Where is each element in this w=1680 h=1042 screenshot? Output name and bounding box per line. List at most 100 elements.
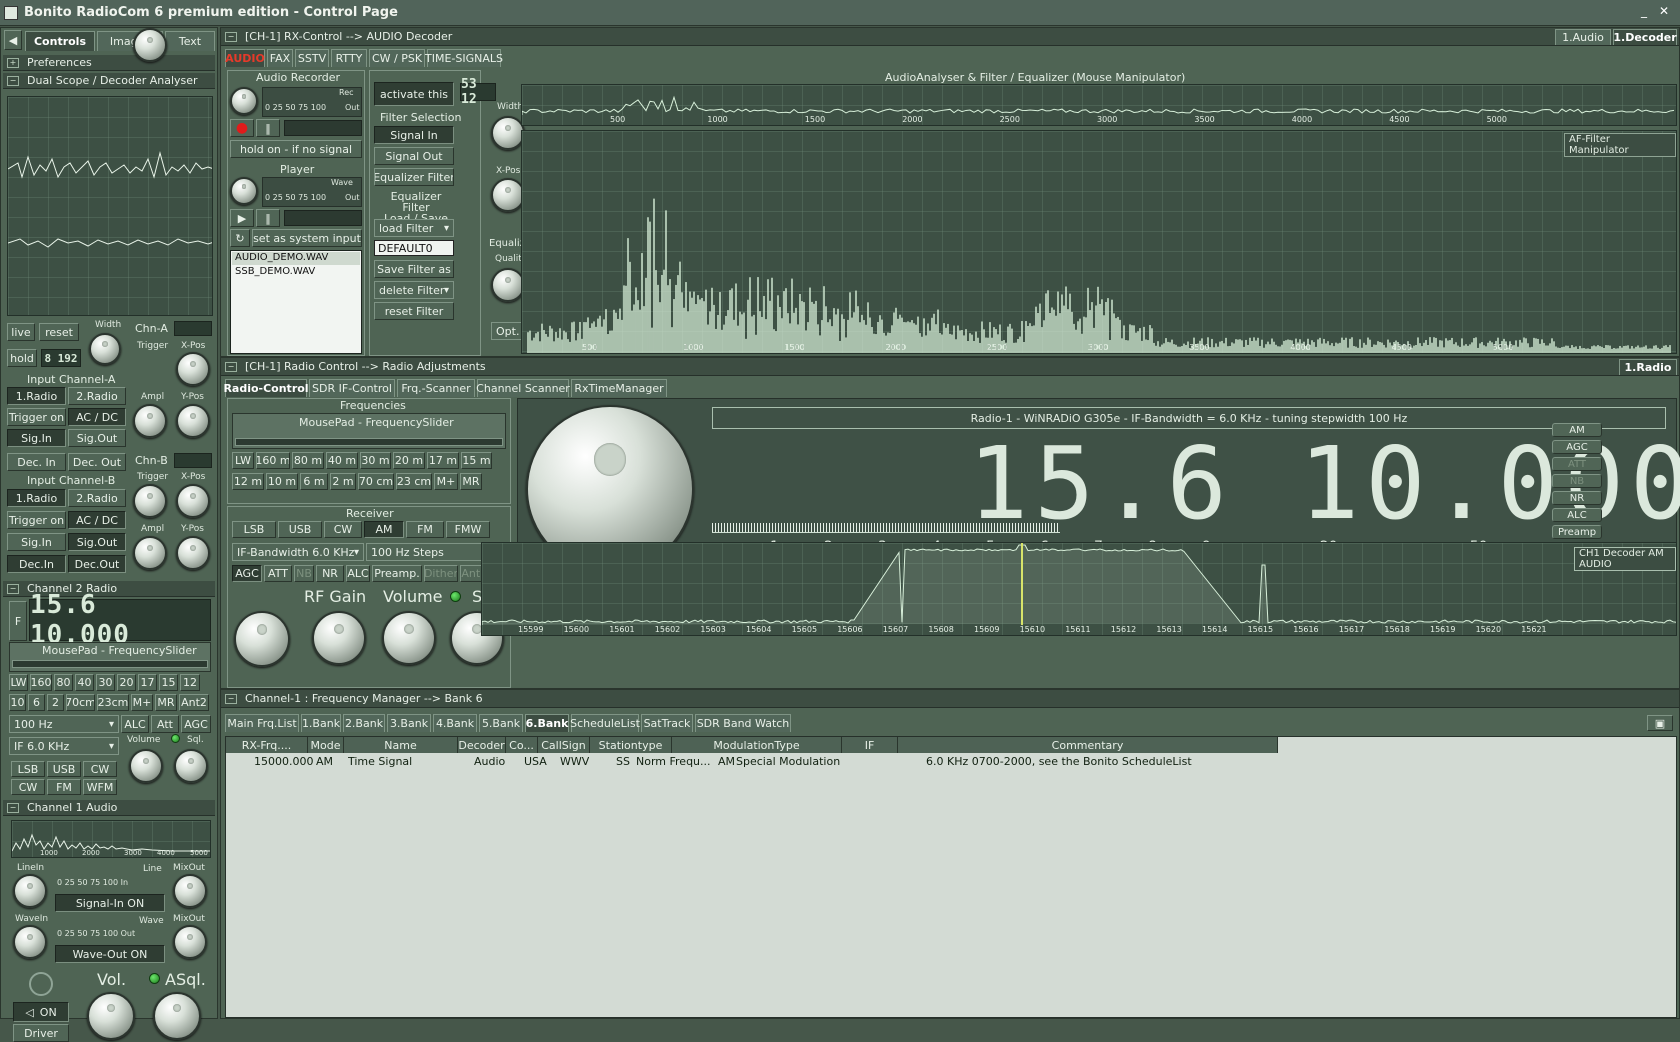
ch2-if-select[interactable]: IF 6.0 KHz xyxy=(9,737,119,755)
ch2-step-select[interactable]: 100 Hz xyxy=(9,715,119,733)
minimize-button[interactable]: _ xyxy=(1636,4,1652,20)
audio-spectrum-analyser[interactable]: AF-Filter Manipulator 500 1000 1500 2000 250… xyxy=(521,130,1677,354)
bank-tab-4-bank[interactable]: 4.Bank xyxy=(433,714,477,732)
analyser-overview[interactable]: 500 1000 1500 2000 2500 3000 3500 4000 4500 5000 xyxy=(521,84,1677,126)
signal-in-toggle[interactable]: Signal-In ON xyxy=(55,894,165,912)
delete-filter-select[interactable]: delete Filter xyxy=(374,281,454,299)
file-item[interactable]: AUDIO_DEMO.WAV xyxy=(232,252,360,265)
column-header[interactable]: Mode xyxy=(308,737,344,753)
rf-gain-knob[interactable] xyxy=(312,611,366,665)
ch2-volume-knob[interactable] xyxy=(129,749,163,783)
indicator-att[interactable]: ATT xyxy=(1552,457,1602,471)
indicator-am[interactable]: AM xyxy=(1552,423,1602,437)
filter-name-field[interactable]: DEFAULT0 xyxy=(374,240,454,256)
mode-fmw[interactable]: FMW xyxy=(446,521,490,538)
ch2-agc-button[interactable]: AGC xyxy=(181,715,211,733)
acdc-b-button[interactable]: AC / DC xyxy=(68,511,126,529)
indicator-alc[interactable]: ALC xyxy=(1552,508,1602,522)
set-as-system-input-button[interactable]: set as system input xyxy=(252,229,362,247)
dec-out-a-button[interactable]: Dec. Out xyxy=(68,453,126,471)
equalizer-filter-button[interactable]: Equalizer Filter xyxy=(374,168,454,186)
player-level-knob[interactable] xyxy=(230,177,258,205)
band-23-cm[interactable]: 23 cm xyxy=(396,473,432,490)
bank-tab-2-bank[interactable]: 2.Bank xyxy=(343,714,385,732)
xpos-a-knob[interactable] xyxy=(176,352,210,386)
ch2-sql-knob[interactable] xyxy=(174,749,208,783)
bank-tab-5-bank[interactable]: 5.Bank xyxy=(479,714,523,732)
audio-file-list[interactable]: AUDIO_DEMO.WAV SSB_DEMO.WAV xyxy=(230,250,362,354)
mixout-knob-1[interactable] xyxy=(173,874,207,908)
filter-width-knob[interactable] xyxy=(491,116,525,150)
player-pause-icon[interactable]: ‖ xyxy=(256,209,280,227)
band-6-m[interactable]: 6 m xyxy=(300,473,328,490)
ch2-mode-fm[interactable]: FM xyxy=(47,779,81,795)
mode-cw[interactable]: CW xyxy=(324,521,362,538)
tab-controls[interactable]: Controls xyxy=(25,31,95,51)
trigger-a-knob[interactable] xyxy=(133,28,167,62)
column-header[interactable]: CallSign xyxy=(538,737,590,753)
master-volume-knob[interactable] xyxy=(87,992,135,1040)
ch2-mode-usb[interactable]: USB xyxy=(47,761,81,777)
ch2-slider-track[interactable] xyxy=(12,660,208,668)
rx-tab-time-signals[interactable]: TIME-SIGNALS xyxy=(425,49,503,67)
ch2-att-button[interactable]: Att xyxy=(151,715,179,733)
column-header[interactable]: Commentary xyxy=(898,737,1278,753)
mixout-knob-2[interactable] xyxy=(173,925,207,959)
hold-button[interactable]: hold xyxy=(7,349,37,367)
input-b-radio1-button[interactable]: 1.Radio xyxy=(7,489,66,507)
indicator-preamp[interactable]: Preamp xyxy=(1552,525,1602,539)
reset-button[interactable]: reset xyxy=(39,323,79,341)
channel1-audio-header[interactable]: − Channel 1 Audio xyxy=(3,800,215,816)
dual-scope-display[interactable] xyxy=(7,96,213,316)
frequency-slider[interactable]: MousePad - FrequencySlider xyxy=(232,413,506,449)
asql-knob[interactable] xyxy=(153,992,201,1040)
xpos-b-knob[interactable] xyxy=(176,484,210,518)
mode-lsb[interactable]: LSB xyxy=(232,521,276,538)
option-agc[interactable]: AGC xyxy=(232,565,262,582)
ch2-band-160[interactable]: 160 xyxy=(30,674,52,691)
ch2-band-mr[interactable]: MR xyxy=(155,694,177,711)
sig-in-a-button[interactable]: Sig.In xyxy=(7,429,66,447)
bank-tab-sdr-band-watch[interactable]: SDR Band Watch xyxy=(695,714,791,732)
rx-tab-sstv[interactable]: SSTV xyxy=(295,49,329,67)
column-header[interactable]: Name xyxy=(344,737,458,753)
ch2-band-12[interactable]: 12 xyxy=(180,674,200,691)
record-icon[interactable]: ● xyxy=(230,119,254,137)
tab-text[interactable]: Text xyxy=(165,31,215,51)
trigger-on-b-button[interactable]: Trigger on xyxy=(7,511,66,529)
filter-xpos-knob[interactable] xyxy=(491,178,525,212)
dec-in-a-button[interactable]: Dec. In xyxy=(7,453,66,471)
column-header[interactable]: RX-Frq.... xyxy=(226,737,308,753)
rx-tab-audio[interactable]: AUDIO xyxy=(225,49,265,67)
acdc-a-button[interactable]: AC / DC xyxy=(68,408,126,426)
wavein-knob[interactable] xyxy=(13,925,47,959)
option-nb[interactable]: NB xyxy=(294,565,314,582)
if-bandwidth-select[interactable]: IF-Bandwidth 6.0 KHz xyxy=(232,543,364,561)
recorder-level-knob[interactable] xyxy=(230,87,258,115)
bank-tab-6-bank[interactable]: 6.Bank xyxy=(525,714,569,732)
ch2-band-6[interactable]: 6 xyxy=(28,694,45,711)
ampl-a-knob[interactable] xyxy=(133,404,167,438)
refresh-icon[interactable]: ↻ xyxy=(230,229,250,247)
band-40-m[interactable]: 40 m xyxy=(326,452,358,469)
ch2-frequency-slider[interactable]: MousePad - FrequencySlider xyxy=(9,642,211,672)
option-dither[interactable]: Dither xyxy=(424,565,458,582)
bank-tab-1-bank[interactable]: 1.Bank xyxy=(301,714,341,732)
ch2-band-lw[interactable]: LW xyxy=(9,674,28,691)
band-70-cm[interactable]: 70 cm xyxy=(358,473,394,490)
signal-in-button[interactable]: Signal In xyxy=(374,126,454,144)
ch2-band-23cm[interactable]: 23cm xyxy=(97,694,129,711)
preferences-header[interactable]: + Preferences xyxy=(3,55,215,71)
ch2-f-button[interactable]: F xyxy=(9,601,27,641)
column-header[interactable]: Decoder xyxy=(458,737,506,753)
band-2-m[interactable]: 2 m xyxy=(330,473,356,490)
band-15-m[interactable]: 15 m xyxy=(461,452,492,469)
radio-tab-rxtimemanager[interactable]: RxTimeManager xyxy=(571,379,667,397)
close-button[interactable]: ✕ xyxy=(1656,4,1672,20)
reset-filter-button[interactable]: reset Filter xyxy=(374,302,454,320)
rx-tab-cw-psk[interactable]: CW / PSK xyxy=(369,49,425,67)
ch2-band-ant2[interactable]: Ant2 xyxy=(179,694,209,711)
sig-out-b-button[interactable]: Sig.Out xyxy=(68,533,126,551)
band-mr[interactable]: MR xyxy=(460,473,482,490)
ch2-band-30[interactable]: 30 xyxy=(96,674,115,691)
